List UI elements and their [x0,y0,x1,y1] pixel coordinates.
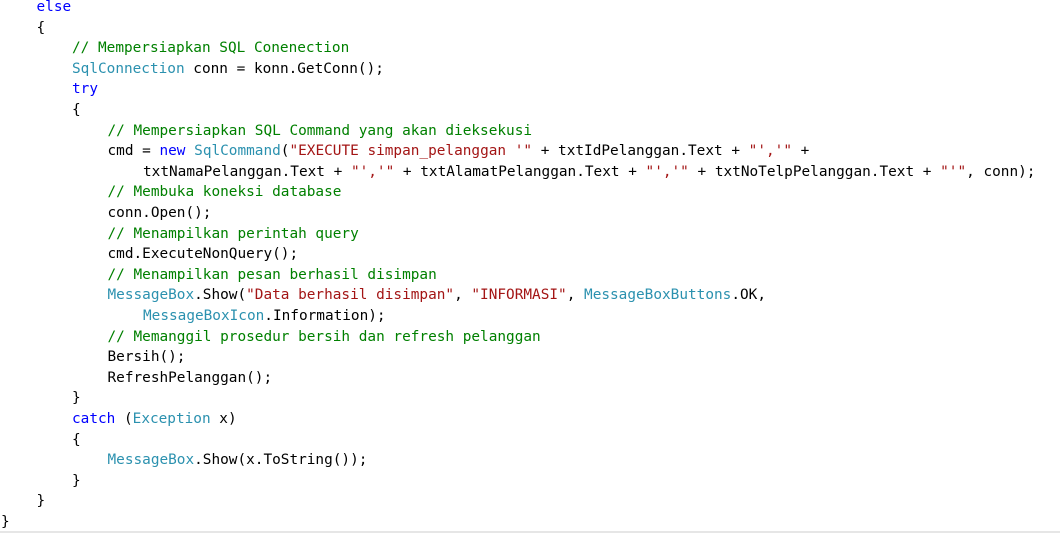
code-token-type: MessageBoxIcon [143,308,265,324]
code-token-string: "','" [645,163,689,180]
code-line: } [72,471,81,492]
code-token-type: Exception [132,411,211,427]
code-token-type: MessageBox [107,287,195,304]
code-line: { [72,430,81,451]
code-token-plain: } [72,472,81,489]
code-token-plain: .Show(x.ToString()); [194,452,368,469]
code-token-plain: cmd = [107,143,160,160]
code-line: // Mempersiapkan SQL Command yang akan d… [108,121,533,142]
code-editor[interactable]: else { // Mempersiapkan SQL Conenection Sql… [0,0,1060,531]
code-token-comment: // Membuka koneksi database [107,184,342,201]
code-token-plain: , [566,287,585,304]
code-token-type: SqlCommand [194,143,281,160]
code-line: SqlConnection conn = konn.GetConn(); [72,59,384,80]
code-line: Bersih(); [108,347,186,368]
code-line: } [1,512,10,533]
code-token-string: "EXECUTE simpan_pelanggan '" [289,143,533,160]
code-line: } [72,388,81,409]
code-token-plain: Bersih(); [107,349,186,366]
code-token-comment: // Mempersiapkan SQL Command yang akan d… [107,122,533,139]
code-token-plain: } [36,493,46,510]
code-token-keyword: catch [72,411,116,427]
code-line: txtNamaPelanggan.Text + "','" + txtAlama… [143,162,1035,183]
code-token-plain: .OK, [731,287,766,304]
code-token-plain: txtNamaPelanggan.Text + [143,163,351,180]
code-token-comment: // Menampilkan perintah query [107,225,359,242]
code-token-plain: cmd.ExecuteNonQuery(); [107,246,299,263]
code-token-plain: ( [115,411,133,427]
code-token-plain: { [72,431,81,448]
code-token-type: SqlConnection [72,60,185,77]
code-token-string: "Data berhasil disimpan" [246,287,455,304]
code-token-keyword: else [36,0,72,15]
code-line: // Mempersiapkan SQL Conenection [72,38,349,59]
code-line: RefreshPelanggan(); [108,368,273,389]
code-token-plain: .Show( [194,287,247,304]
code-line: conn.Open(); [108,203,212,224]
code-token-keyword: try [72,81,98,98]
code-token-comment: // Menampilkan pesan berhasil disimpan [107,266,437,283]
code-token-type: MessageBox [107,452,195,469]
code-line: } [37,491,46,512]
code-token-plain: + txtAlamatPelanggan.Text + [394,163,646,180]
code-line: MessageBoxIcon.Information); [143,306,386,327]
code-token-plain: RefreshPelanggan(); [107,369,273,386]
code-token-comment: // Mempersiapkan SQL Conenection [72,40,350,57]
code-token-keyword: new [159,143,186,160]
code-token-plain: conn = konn.GetConn(); [184,60,384,77]
code-token-plain: .Information); [264,308,386,324]
code-token-plain: , conn); [966,163,1036,180]
code-token-plain: + [792,143,810,160]
code-line: else [37,0,72,18]
code-line: cmd.ExecuteNonQuery(); [108,244,299,265]
code-line: MessageBox.Show(x.ToString()); [108,450,368,471]
code-line: // Memanggil prosedur bersih dan refresh… [108,327,541,348]
code-token-string: "','" [350,163,395,180]
code-line: catch (Exception x) [72,409,237,430]
code-token-plain: { [72,102,81,118]
code-token-plain: , [454,287,472,304]
code-token-string: "INFORMASI" [471,287,567,304]
code-token-plain: + txtNoTelpPelanggan.Text + [688,163,941,180]
code-line: MessageBox.Show("Data berhasil disimpan"… [108,285,766,306]
code-token-plain: conn.Open(); [107,205,212,221]
code-token-string: "'" [940,163,967,180]
code-line: cmd = new SqlCommand("EXECUTE simpan_pel… [108,141,810,162]
code-line: // Menampilkan pesan berhasil disimpan [108,265,437,286]
code-line: { [72,100,81,121]
code-line: // Menampilkan perintah query [108,224,359,245]
code-token-plain: { [36,19,46,36]
code-line: try [72,79,98,100]
code-line: { [37,18,46,39]
code-token-plain: + txtIdPelanggan.Text + [532,143,749,160]
code-token-string: "','" [748,143,792,160]
code-token-plain: } [72,390,81,407]
code-token-comment: // Memanggil prosedur bersih dan refresh… [107,328,541,345]
code-token-type: MessageBoxButtons [584,287,732,304]
code-token-plain: x) [210,411,237,427]
code-line: // Membuka koneksi database [108,182,342,203]
code-token-plain: } [1,514,10,530]
